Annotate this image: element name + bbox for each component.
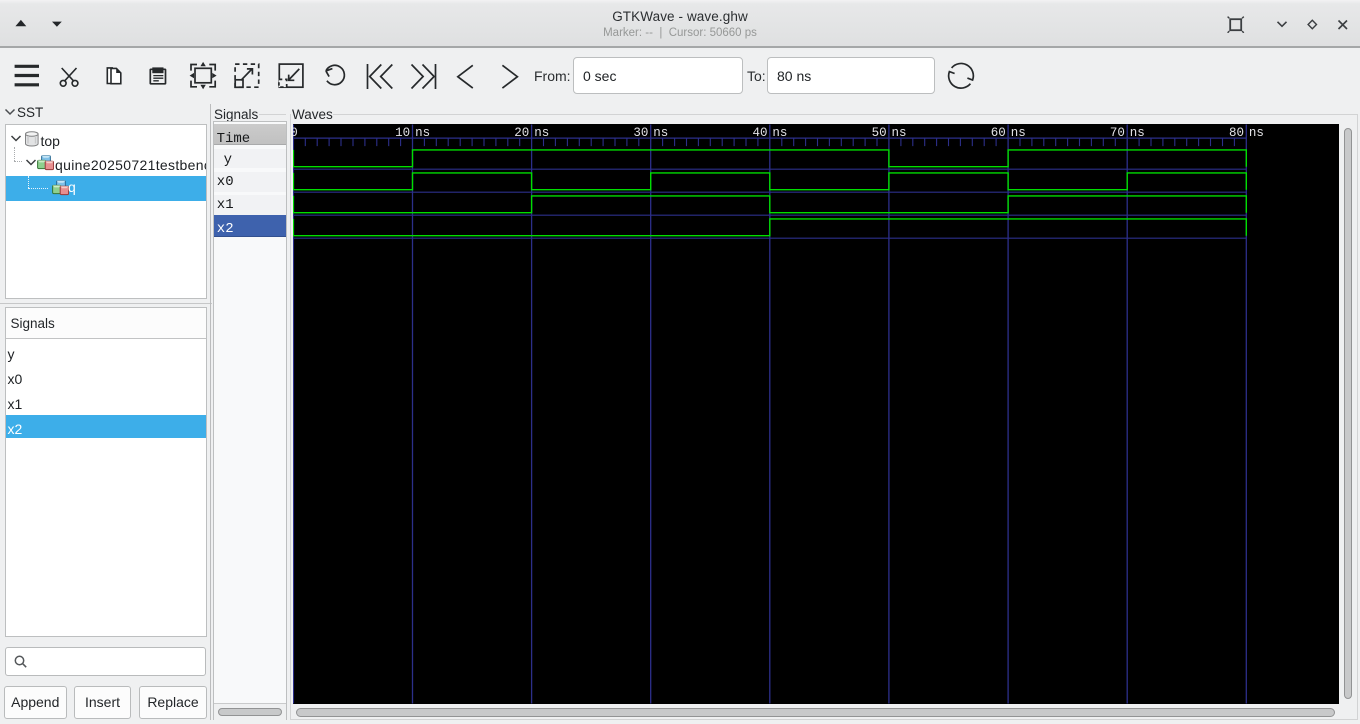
svg-text:0: 0 [293, 126, 298, 140]
svg-text:ns: ns [1130, 126, 1145, 140]
svg-text:ns: ns [415, 126, 430, 140]
svg-text:50: 50 [872, 126, 887, 140]
svg-text:ns: ns [1249, 126, 1264, 140]
svg-text:10: 10 [395, 126, 410, 140]
svg-text:70: 70 [1110, 126, 1125, 140]
svg-text:60: 60 [991, 126, 1006, 140]
svg-text:ns: ns [534, 126, 549, 140]
svg-text:80: 80 [1229, 126, 1244, 140]
svg-text:ns: ns [892, 126, 907, 140]
svg-text:ns: ns [653, 126, 668, 140]
svg-text:40: 40 [752, 126, 767, 140]
svg-text:ns: ns [772, 126, 787, 140]
svg-text:20: 20 [514, 126, 529, 140]
svg-text:30: 30 [633, 126, 648, 140]
svg-text:ns: ns [1011, 126, 1026, 140]
